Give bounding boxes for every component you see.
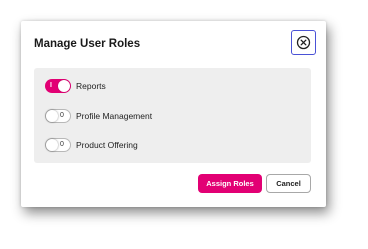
- reports-toggle[interactable]: I: [45, 79, 71, 93]
- toggle-knob: [46, 139, 58, 151]
- toggle-state-mark: 0: [60, 141, 64, 148]
- toggle-state-mark: I: [50, 82, 52, 89]
- role-label-product-offering: Product Offering: [76, 140, 138, 150]
- role-row-reports: I Reports: [45, 79, 106, 93]
- close-button[interactable]: [291, 30, 316, 55]
- toggle-knob: [58, 80, 70, 92]
- roles-panel: I Reports 0 Profile Management 0 Product…: [34, 68, 311, 163]
- profile-management-toggle[interactable]: 0: [45, 109, 71, 123]
- toggle-state-mark: 0: [60, 112, 64, 119]
- close-circle-icon: [296, 35, 311, 50]
- toggle-knob: [46, 110, 58, 122]
- screen: Manage User Roles I Reports 0 Profile Ma…: [0, 0, 368, 249]
- role-row-profile-management: 0 Profile Management: [45, 109, 152, 123]
- role-row-product-offering: 0 Product Offering: [45, 138, 138, 152]
- role-label-reports: Reports: [76, 81, 106, 91]
- assign-roles-button[interactable]: Assign Roles: [198, 174, 262, 193]
- dialog-title: Manage User Roles: [34, 38, 141, 50]
- product-offering-toggle[interactable]: 0: [45, 138, 71, 152]
- cancel-button[interactable]: Cancel: [266, 174, 311, 193]
- role-label-profile-management: Profile Management: [76, 111, 153, 121]
- manage-user-roles-dialog: Manage User Roles I Reports 0 Profile Ma…: [21, 21, 326, 207]
